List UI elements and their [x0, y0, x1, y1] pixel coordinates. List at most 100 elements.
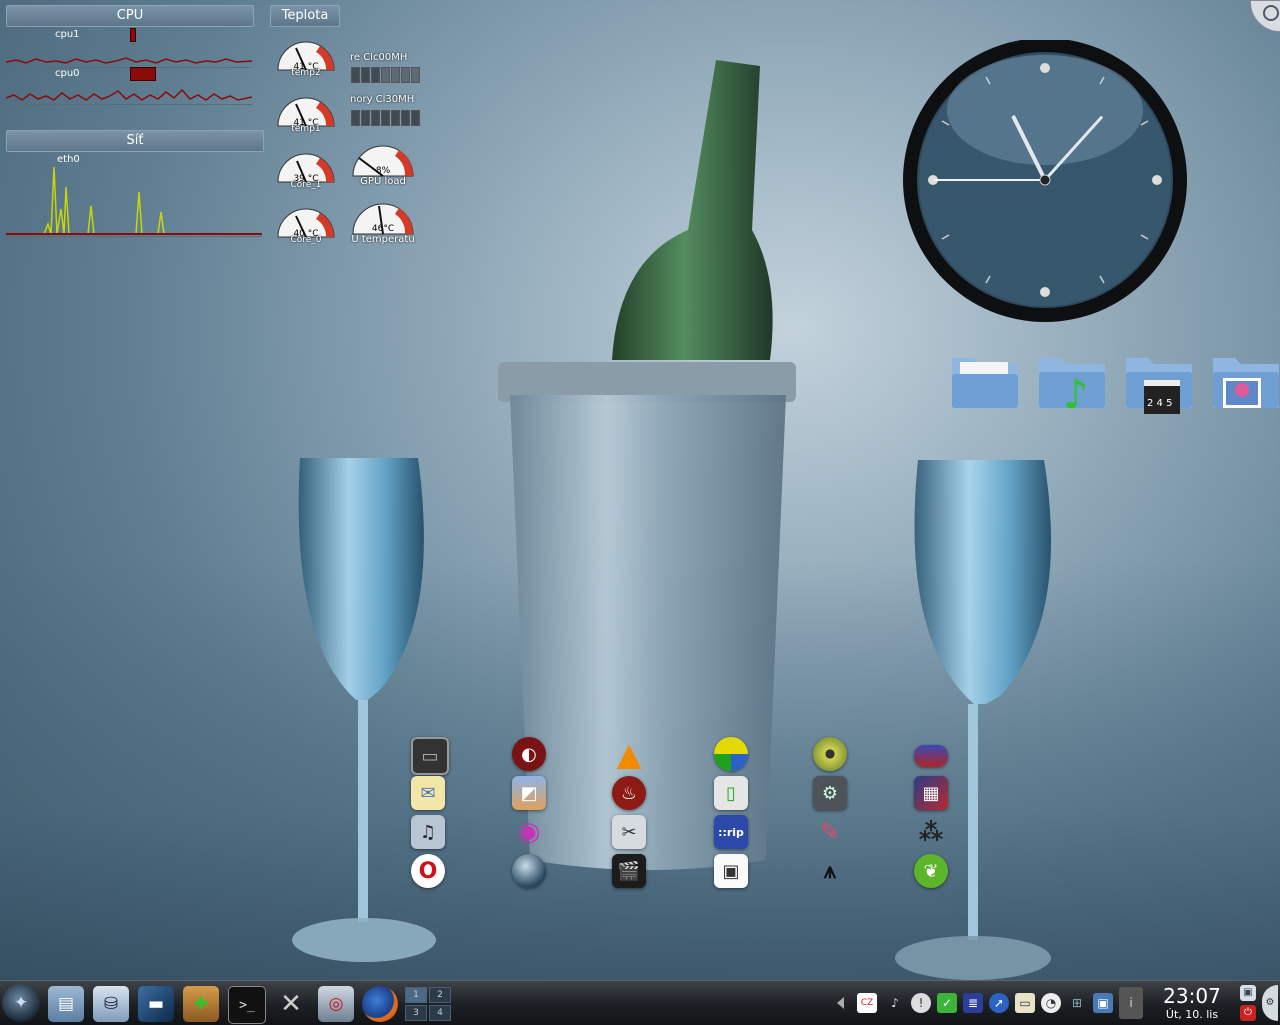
meter-segment	[401, 110, 410, 126]
display-icon[interactable]: ▣	[1093, 993, 1113, 1013]
opera-browser-icon[interactable]: O	[411, 854, 445, 888]
core0-gauge: 40 °C Core_0	[274, 197, 338, 253]
meter-segment	[381, 67, 390, 83]
desktop-4-button[interactable]: 4	[429, 1005, 451, 1021]
meter-segment	[361, 67, 370, 83]
gpu-memory-clock-meter	[351, 110, 420, 126]
meter-segment	[351, 110, 360, 126]
terminal-icon[interactable]: >_	[228, 986, 266, 1024]
video-editor-icon[interactable]: ✂	[612, 815, 646, 849]
sphere-app-icon[interactable]	[512, 854, 546, 888]
taskbar-clock-time[interactable]: 23:07	[1155, 984, 1229, 1008]
notifications-info-icon[interactable]: i	[1119, 987, 1143, 1019]
meter-segment	[411, 110, 420, 126]
pictures-folder-icon[interactable]	[1209, 350, 1280, 412]
paint-app-icon[interactable]: ✎	[813, 815, 847, 849]
network-manager-icon[interactable]: ➚	[989, 993, 1009, 1013]
disc-burner-icon[interactable]	[813, 737, 847, 771]
core0-label: Core_0	[290, 235, 322, 245]
virtual-desktop-pager: 1 2 3 4	[405, 987, 451, 1021]
meter-segment	[371, 110, 380, 126]
clock-marker	[1040, 63, 1050, 73]
system-settings-icon[interactable]: ⚙	[813, 776, 847, 810]
file-manager-icon[interactable]: ▤	[48, 986, 84, 1022]
tray-expand-arrow-icon[interactable]	[837, 997, 844, 1009]
meter-segment	[411, 67, 420, 83]
core1-label: Core_1	[290, 180, 322, 190]
keyboard-layout-icon[interactable]: CZ	[857, 993, 877, 1013]
lan-connection-icon[interactable]: ⊞	[1067, 993, 1087, 1013]
meter-segment	[371, 67, 380, 83]
music-folder-icon[interactable]: ♪	[1035, 350, 1109, 418]
cpu-monitor-title: CPU	[6, 5, 254, 27]
racing-game-icon[interactable]	[914, 745, 948, 767]
mail-app-icon[interactable]: ✉	[411, 776, 445, 810]
cpu0-label: cpu0	[55, 68, 80, 79]
temp1-label: temp1	[291, 124, 321, 134]
toolbox-icon	[1263, 5, 1279, 21]
remote-desktop-icon[interactable]: ◎	[318, 986, 354, 1022]
meter-segment	[401, 67, 410, 83]
lock-screen-button[interactable]: ▣	[1240, 985, 1256, 1001]
record-app-icon[interactable]: ◐	[512, 737, 546, 771]
videos-folder-icon[interactable]: 2 4 5	[1122, 350, 1196, 414]
leaf-app-icon[interactable]: ❦	[914, 854, 948, 888]
panel-toolbox-button[interactable]: ⚙	[1262, 985, 1278, 1021]
gpu-temperature-gauge: 46°C U temperatu	[349, 192, 417, 248]
shutdown-button[interactable]: ⏻	[1240, 1005, 1256, 1021]
cpu0-load-bar	[130, 67, 156, 81]
cashew-icon: ⚙	[1265, 997, 1275, 1008]
power-status-icon[interactable]: ◔	[1041, 993, 1061, 1013]
analog-clock-widget[interactable]	[900, 40, 1190, 330]
color-wheel-app-icon[interactable]	[714, 737, 748, 771]
gpu-memory-clock-label: nory Cl30MH	[350, 94, 415, 105]
phone-sync-icon[interactable]: ▯	[714, 776, 748, 810]
package-manager-icon[interactable]: ✚	[183, 986, 219, 1022]
image-viewer-icon[interactable]: ◩	[512, 776, 546, 810]
temperature-monitor-title: Teplota	[270, 5, 340, 27]
gpu-temperature-value: 46°C	[371, 224, 395, 234]
svg-text:♪: ♪	[1063, 372, 1089, 412]
network-monitor-title: Síť	[6, 130, 264, 152]
clapper-app-icon[interactable]: 🎬	[612, 854, 646, 888]
desktop-1-button[interactable]: 1	[405, 987, 427, 1003]
inkscape-icon[interactable]: ⩚	[813, 854, 847, 888]
molecule-app-icon[interactable]: ⁂	[914, 815, 948, 849]
lock-icon: ▣	[1243, 987, 1253, 998]
desktop-preview-icon[interactable]: ▬	[138, 986, 174, 1022]
temp1-gauge: 41 °C temp1	[274, 86, 338, 142]
flame-app-icon[interactable]: ♨	[612, 776, 646, 810]
film-app-icon[interactable]: ▦	[914, 776, 948, 810]
clock-marker	[1040, 287, 1050, 297]
desktop-2-button[interactable]: 2	[429, 987, 451, 1003]
notification-icon[interactable]: !	[911, 993, 931, 1013]
gpu-load-value: 8%	[375, 166, 391, 176]
temp2-label: temp2	[291, 68, 321, 78]
application-launcher-button[interactable]: ✦	[2, 984, 40, 1022]
encoder-app-icon[interactable]: ▣	[714, 854, 748, 888]
task-list-icon[interactable]: ≣	[963, 993, 983, 1013]
taskbar-clock-date[interactable]: Út, 10. lis	[1155, 1008, 1229, 1021]
vlc-icon[interactable]: ▲	[612, 735, 646, 773]
network-share-icon[interactable]: ⛁	[93, 986, 129, 1022]
meter-segment	[391, 67, 400, 83]
system-tools-icon[interactable]: ✕	[273, 986, 309, 1022]
svg-text:2 4 5: 2 4 5	[1147, 398, 1172, 409]
monitor-app-icon[interactable]: ▭	[411, 737, 449, 775]
clock-marker	[1152, 175, 1162, 185]
meter-segment	[391, 110, 400, 126]
meter-segment	[351, 67, 360, 83]
eth0-graph	[6, 166, 262, 237]
documents-folder-icon[interactable]	[948, 350, 1022, 412]
eye-app-icon[interactable]: ◉	[512, 815, 546, 849]
media-player-icon[interactable]: ♫	[411, 815, 445, 849]
gpu-core-clock-meter	[351, 67, 420, 83]
update-status-icon[interactable]: ✓	[937, 993, 957, 1013]
clipboard-icon[interactable]: ▭	[1015, 993, 1035, 1013]
cpu0-graph	[6, 88, 252, 105]
volume-icon[interactable]: ♪	[885, 993, 905, 1013]
rip-app-icon[interactable]: ::rip	[714, 815, 748, 849]
firefox-icon[interactable]	[362, 986, 398, 1022]
desktop-3-button[interactable]: 3	[405, 1005, 427, 1021]
gpu-load-gauge: 8% GPU load	[349, 134, 417, 190]
